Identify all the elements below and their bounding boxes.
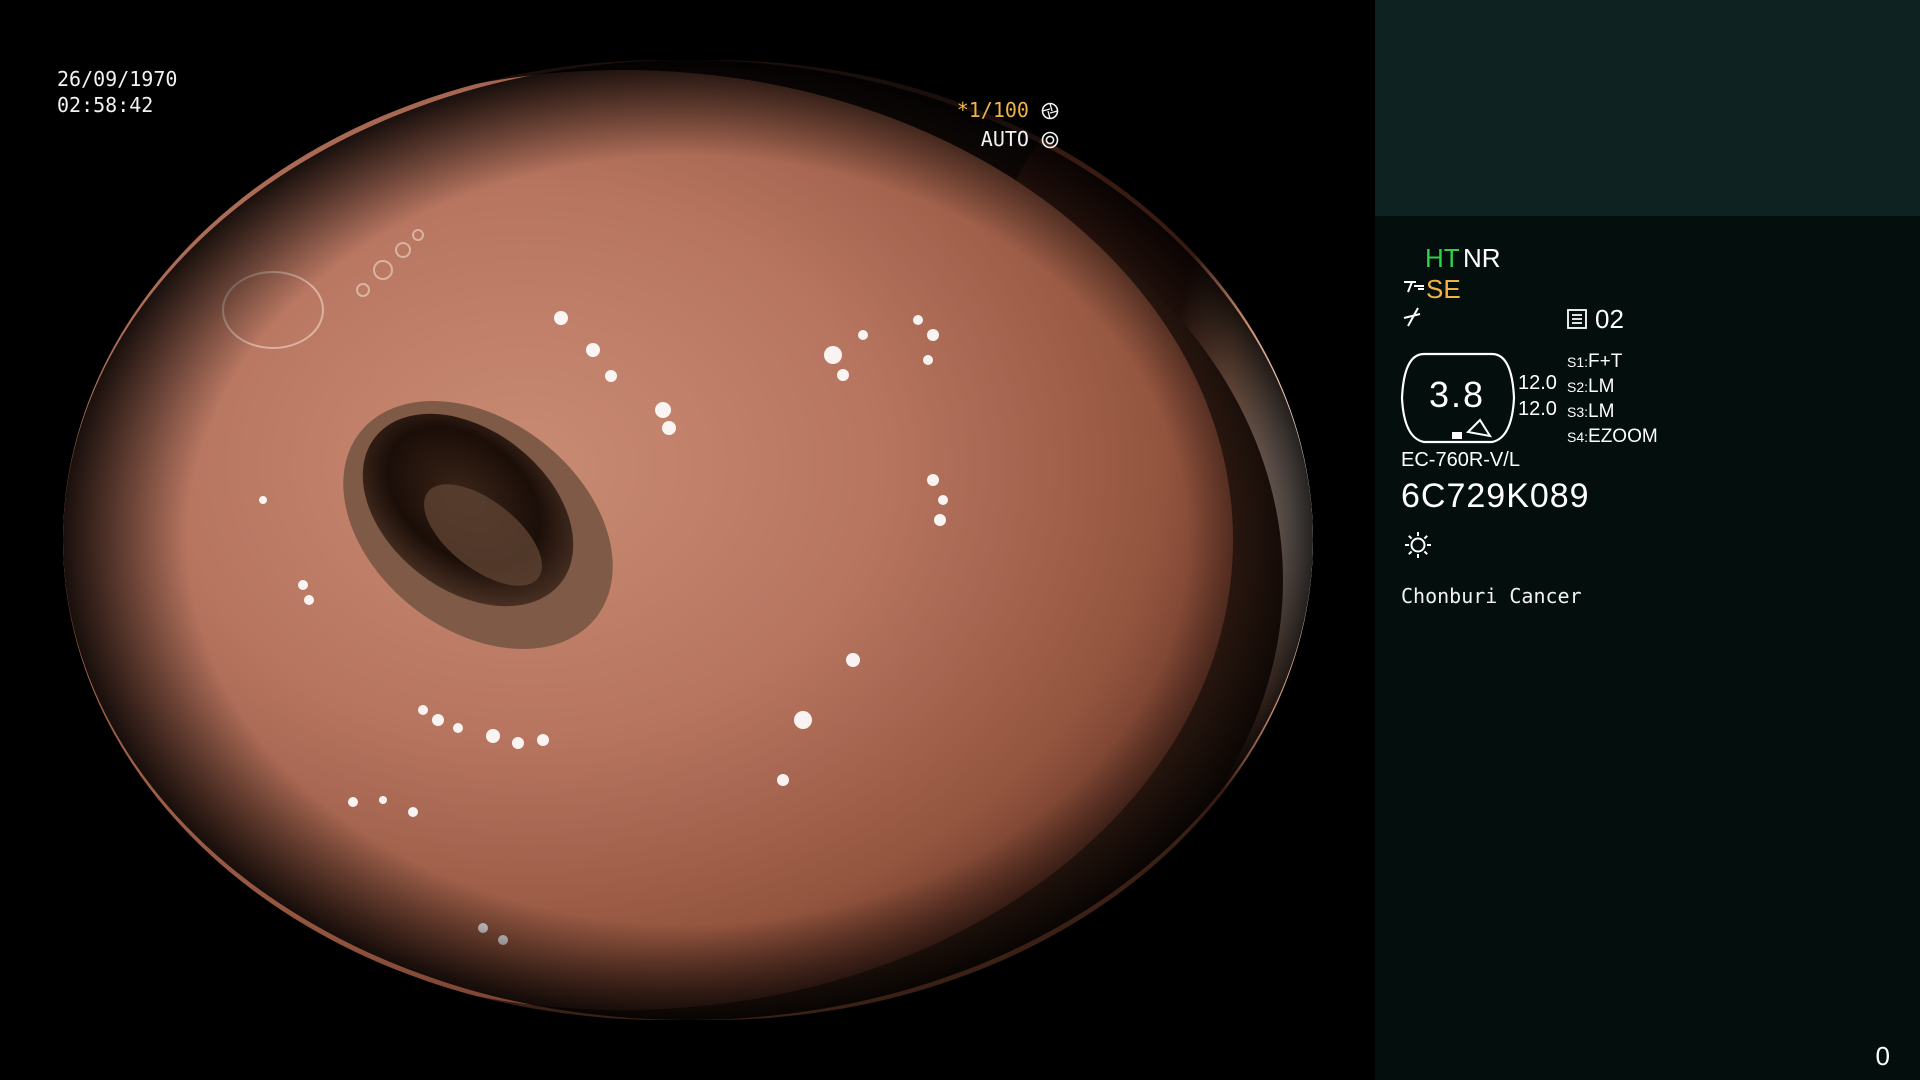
endoscopic-image bbox=[63, 60, 1313, 1020]
slot-value: EZOOM bbox=[1588, 426, 1658, 447]
slot-key: S4: bbox=[1567, 429, 1589, 445]
value-2: 12.0 bbox=[1518, 398, 1557, 420]
iris-mode-text: AUTO bbox=[980, 127, 1029, 151]
zoom-value: 3.8 bbox=[1428, 374, 1486, 415]
slot-key: S3: bbox=[1567, 404, 1589, 420]
colon-image bbox=[63, 60, 1313, 1020]
slot-1: S1:F+T bbox=[1567, 351, 1622, 373]
slot-4: S4:EZOOM bbox=[1567, 426, 1658, 448]
info-panel bbox=[1375, 0, 1920, 1080]
endoscope-viewport: 26/09/1970 02:58:42 *1/100 AUTO bbox=[0, 0, 1375, 1080]
shutter-readout: *1/100 bbox=[957, 100, 1059, 120]
frame-counter: 0 bbox=[1875, 1041, 1890, 1071]
se-indicator: SE bbox=[1426, 274, 1461, 304]
slot-2: S2:LM bbox=[1567, 376, 1614, 398]
wave-icon bbox=[1403, 307, 1421, 327]
info-panel-header bbox=[1375, 0, 1920, 216]
ht-indicator: HT bbox=[1425, 243, 1460, 273]
date-text: 26/09/1970 bbox=[57, 67, 178, 91]
scope-serial: 6C729K089 bbox=[1401, 477, 1590, 515]
institution-name: Chonburi Cancer bbox=[1401, 584, 1582, 608]
time-text: 02:58:42 bbox=[57, 93, 154, 117]
memo-icon bbox=[1567, 309, 1587, 329]
value-1: 12.0 bbox=[1518, 372, 1557, 394]
slot-value: F+T bbox=[1588, 351, 1623, 372]
iris-mode: AUTO bbox=[981, 129, 1059, 149]
slot-value: LM bbox=[1588, 401, 1615, 422]
aperture-icon bbox=[1041, 102, 1059, 120]
light-icon bbox=[1405, 532, 1431, 558]
iris-icon bbox=[1041, 131, 1059, 149]
nr-indicator: NR bbox=[1463, 243, 1501, 273]
date-time: 26/09/1970 02:58:42 bbox=[57, 66, 177, 118]
slot-key: S1: bbox=[1567, 354, 1589, 370]
scope-model: EC-760R-V/L bbox=[1401, 449, 1520, 471]
memo-number: 02 bbox=[1595, 304, 1624, 334]
shutter-text: *1/100 bbox=[956, 98, 1029, 122]
slot-3: S3:LM bbox=[1567, 401, 1614, 423]
brush-icon bbox=[1404, 281, 1424, 293]
slot-value: LM bbox=[1588, 376, 1615, 397]
slot-key: S2: bbox=[1567, 379, 1589, 395]
